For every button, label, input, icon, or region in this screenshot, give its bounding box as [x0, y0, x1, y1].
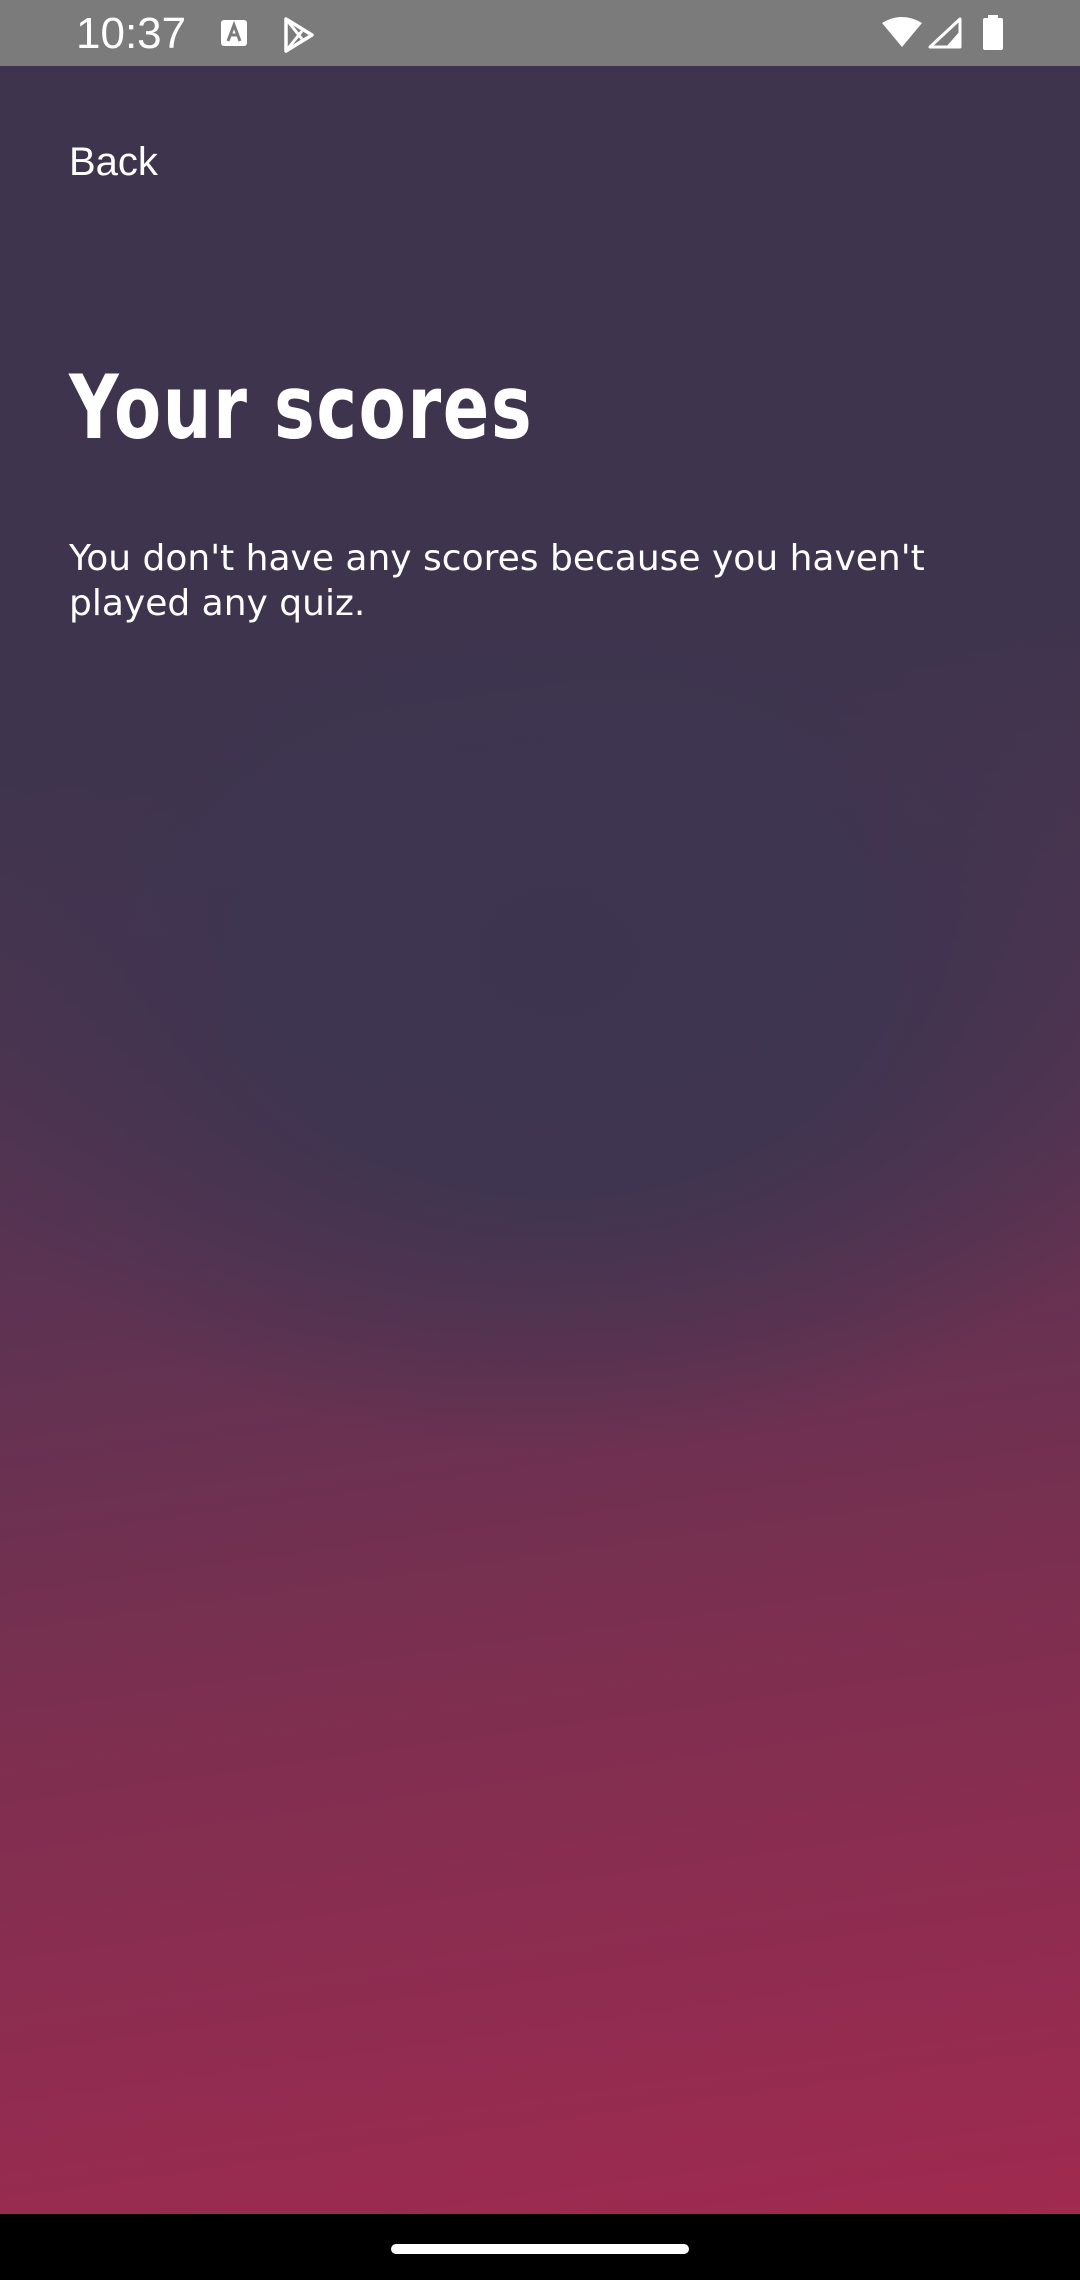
- back-button[interactable]: Back: [69, 138, 158, 186]
- wifi-icon: [882, 17, 922, 49]
- battery-icon: [982, 15, 1004, 50]
- a-text-icon: [220, 17, 248, 49]
- status-time: 10:37: [76, 9, 187, 58]
- empty-scores-message: You don't have any scores because you ha…: [69, 538, 925, 624]
- play-store-icon: [282, 17, 316, 53]
- home-gesture-handle[interactable]: [391, 2244, 689, 2254]
- navigation-bar: [0, 2214, 1080, 2280]
- app-screen: 10:37 Back Your scores You don't have an…: [0, 0, 1080, 2280]
- status-bar: 10:37: [0, 0, 1080, 66]
- page-title: Your scores: [69, 356, 534, 459]
- signal-icon: [928, 17, 962, 49]
- scores-page: Back Your scores You don't have any scor…: [0, 66, 1080, 2214]
